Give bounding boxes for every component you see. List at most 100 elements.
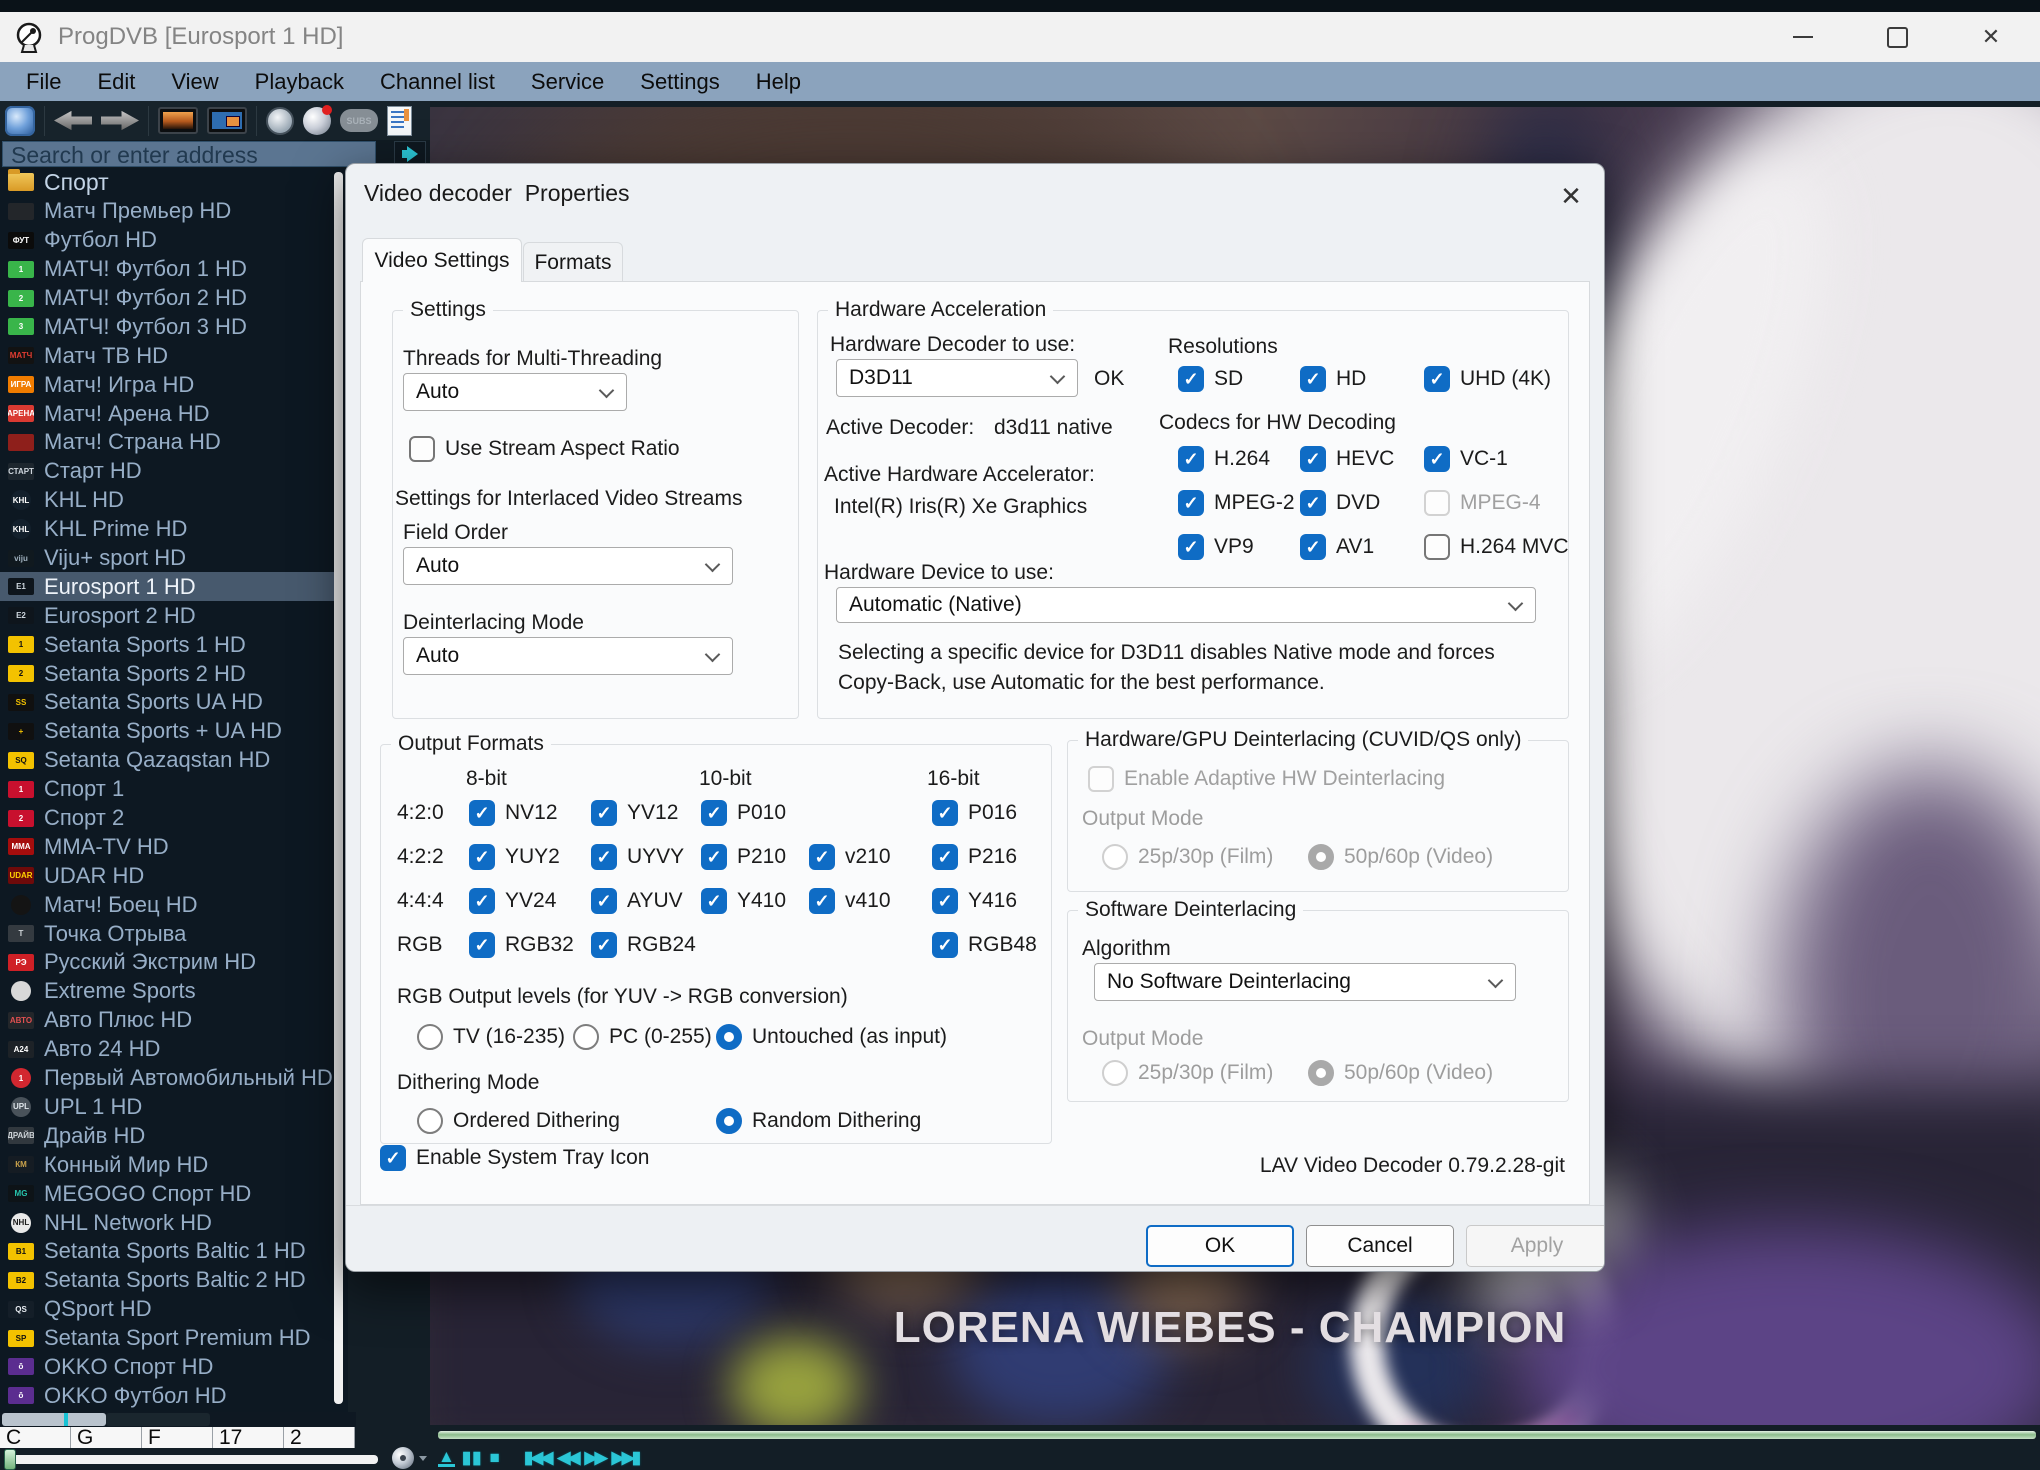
channel-row[interactable]: UDARUDAR HD [0, 861, 334, 890]
menu-service[interactable]: Service [513, 62, 622, 101]
rewind-icon[interactable]: ◀◀ [557, 1447, 577, 1469]
channel-row[interactable]: MMAMMA-TV HD [0, 832, 334, 861]
checkbox-rgb32[interactable]: ✓RGB32 [469, 931, 574, 959]
radio-random-dithering[interactable]: Random Dithering [716, 1107, 921, 1135]
channel-row[interactable]: B2Setanta Sports Baltic 2 HD [0, 1266, 334, 1295]
channel-row[interactable]: ōOKKO Спорт HD [0, 1353, 334, 1382]
channel-row[interactable]: ДРАЙВДрайв HD [0, 1121, 334, 1150]
channel-row[interactable]: Матч! Страна HD [0, 428, 334, 457]
checkbox-v210[interactable]: ✓v210 [809, 843, 891, 871]
checkbox-ayuv[interactable]: ✓AYUV [591, 887, 683, 915]
channel-row[interactable]: KHLKHL Prime HD [0, 515, 334, 544]
menu-edit[interactable]: Edit [79, 62, 153, 101]
radio-tv-16-235[interactable]: TV (16-235) [417, 1023, 565, 1051]
channel-row[interactable]: КМКонный Мир HD [0, 1150, 334, 1179]
seek-slider-thumb[interactable] [4, 1449, 16, 1470]
checkbox-mpeg-2[interactable]: ✓MPEG-2 [1178, 489, 1295, 517]
checkbox-sd[interactable]: ✓SD [1178, 365, 1243, 393]
checkbox-v410[interactable]: ✓v410 [809, 887, 891, 915]
channel-row[interactable]: SQSetanta Qazaqstan HD [0, 746, 334, 775]
channel-row[interactable]: 1Первый Автомобильный HD [0, 1064, 334, 1093]
radio-untouched-as-input[interactable]: Untouched (as input) [716, 1023, 947, 1051]
record-icon[interactable] [303, 107, 331, 135]
channel-row[interactable]: А24Авто 24 HD [0, 1035, 334, 1064]
checkbox-rgb24[interactable]: ✓RGB24 [591, 931, 696, 959]
timeshift-icon[interactable] [266, 107, 294, 135]
use-stream-aspect-ratio-checkbox[interactable]: Use Stream Aspect Ratio [409, 435, 680, 463]
channel-row[interactable]: SSSetanta Sports UA HD [0, 688, 334, 717]
next-icon[interactable]: ▶▶▮ [612, 1447, 639, 1469]
status-cell[interactable]: C [0, 1427, 71, 1448]
checkbox-p216[interactable]: ✓P216 [932, 843, 1017, 871]
channel-row[interactable]: E1Eurosport 1 HD [0, 572, 334, 601]
status-cell[interactable]: G [71, 1427, 142, 1448]
dialog-close-icon[interactable]: ✕ [1551, 178, 1591, 214]
channel-row[interactable]: ФУТФутбол HD [0, 226, 334, 255]
tab-video-settings[interactable]: Video Settings [362, 238, 522, 282]
tab-formats[interactable]: Formats [523, 242, 623, 282]
maximize-icon[interactable] [1862, 12, 1932, 62]
menu-file[interactable]: File [8, 62, 79, 101]
subtitles-icon[interactable]: SUBS [340, 109, 378, 132]
channel-row[interactable]: ИГРАМатч! Игра HD [0, 370, 334, 399]
menu-help[interactable]: Help [738, 62, 819, 101]
channel-row[interactable]: MGMEGOGO Спорт HD [0, 1179, 334, 1208]
channel-row[interactable]: vijuViju+ sport HD [0, 544, 334, 573]
checkbox-dvd[interactable]: ✓DVD [1300, 489, 1380, 517]
back-icon[interactable] [54, 110, 92, 132]
checkbox-rgb48[interactable]: ✓RGB48 [932, 931, 1037, 959]
seek-slider-track[interactable] [4, 1455, 378, 1464]
menu-channel-list[interactable]: Channel list [362, 62, 513, 101]
checkbox-yuy2[interactable]: ✓YUY2 [469, 843, 560, 871]
channel-row[interactable]: АВТОАвто Плюс HD [0, 1006, 334, 1035]
channel-row[interactable]: B1Setanta Sports Baltic 1 HD [0, 1237, 334, 1266]
search-input[interactable] [2, 141, 376, 167]
channel-row[interactable]: UPLUPL 1 HD [0, 1093, 334, 1122]
hw-decoder-dropdown[interactable]: D3D11 [836, 359, 1078, 397]
channel-row[interactable]: NHLNHL Network HD [0, 1208, 334, 1237]
cancel-button[interactable]: Cancel [1306, 1225, 1454, 1267]
menu-view[interactable]: View [153, 62, 236, 101]
deint-mode-dropdown[interactable]: Auto [403, 637, 733, 675]
channel-row[interactable]: 2МАТЧ! Футбол 2 HD [0, 284, 334, 313]
pause-icon[interactable]: ▮▮ [462, 1447, 483, 1469]
channel-row[interactable]: SPSetanta Sport Premium HD [0, 1324, 334, 1353]
ok-button[interactable]: OK [1146, 1225, 1294, 1267]
tv-windowed-icon[interactable] [207, 107, 247, 134]
channel-row[interactable]: KHLKHL HD [0, 486, 334, 515]
hw-device-dropdown[interactable]: Automatic (Native) [836, 587, 1536, 623]
checkbox-yv24[interactable]: ✓YV24 [469, 887, 556, 915]
checkbox-p016[interactable]: ✓P016 [932, 799, 1017, 827]
horizontal-scrollbar[interactable] [0, 1412, 356, 1427]
channel-row[interactable]: ōOKKO Футбол HD [0, 1381, 334, 1410]
menu-playback[interactable]: Playback [237, 62, 362, 101]
checkbox-p210[interactable]: ✓P210 [701, 843, 786, 871]
channel-row[interactable]: 1Спорт 1 [0, 775, 334, 804]
teletext-icon[interactable] [387, 106, 412, 136]
channel-row[interactable]: 3МАТЧ! Футбол 3 HD [0, 312, 334, 341]
eject-icon[interactable]: ▲ [438, 1449, 455, 1467]
checkbox-nv12[interactable]: ✓NV12 [469, 799, 558, 827]
disk-dropdown-caret-icon[interactable] [419, 1456, 427, 1461]
network-icon[interactable] [5, 106, 35, 136]
channel-list-scrollbar[interactable] [334, 172, 343, 1404]
field-order-dropdown[interactable]: Auto [403, 547, 733, 585]
checkbox-uyvy[interactable]: ✓UYVY [591, 843, 684, 871]
channel-row[interactable]: СТАРТСтарт HD [0, 457, 334, 486]
disk-icon[interactable] [392, 1447, 414, 1469]
channel-row[interactable]: E2Eurosport 2 HD [0, 601, 334, 630]
channel-row[interactable]: Extreme Sports [0, 977, 334, 1006]
status-cell[interactable]: F [142, 1427, 213, 1448]
checkbox-uhd-4k[interactable]: ✓UHD (4K) [1424, 365, 1551, 393]
status-cell[interactable]: 17 [213, 1427, 284, 1448]
status-cell[interactable]: 2 [284, 1427, 355, 1448]
minimize-icon[interactable] [1768, 12, 1838, 62]
close-icon[interactable]: ✕ [1956, 12, 2026, 62]
checkbox-av1[interactable]: ✓AV1 [1300, 533, 1374, 561]
channel-row[interactable]: РЭРусский Экстрим HD [0, 948, 334, 977]
checkbox-h-264-mvc[interactable]: H.264 MVC [1424, 533, 1569, 561]
checkbox-vp9[interactable]: ✓VP9 [1178, 533, 1254, 561]
stop-icon[interactable]: ■ [490, 1447, 500, 1469]
radio-pc-0-255[interactable]: PC (0-255) [573, 1023, 712, 1051]
fast-forward-icon[interactable]: ▶▶ [585, 1447, 605, 1469]
